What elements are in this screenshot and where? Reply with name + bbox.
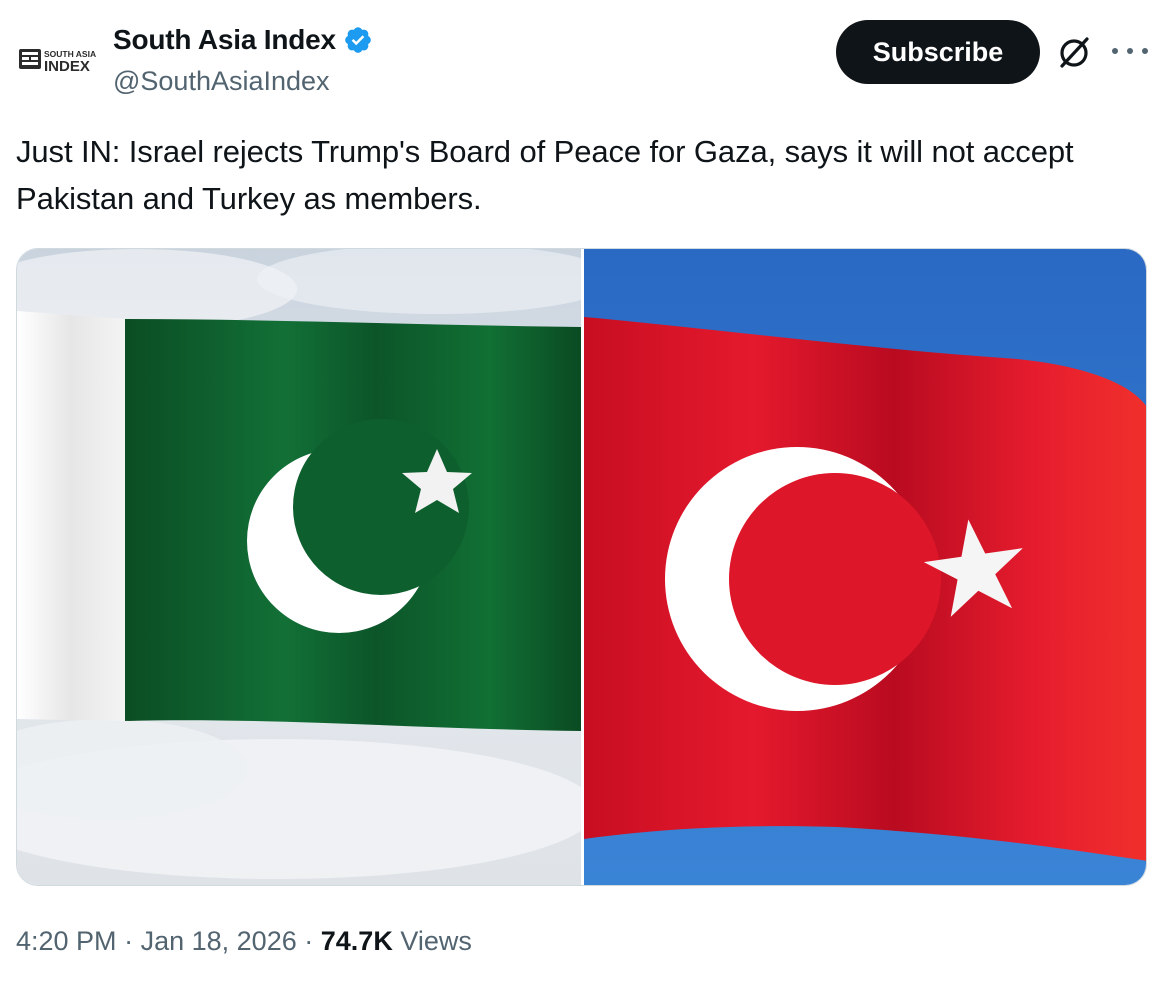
author-handle[interactable]: @SouthAsiaIndex xyxy=(113,64,330,98)
tweet-time[interactable]: 4:20 PM xyxy=(16,926,117,956)
media-image xyxy=(17,249,1146,885)
dot xyxy=(1112,48,1118,54)
logo-text-bottom: INDEX xyxy=(44,58,90,75)
author-display-name[interactable]: South Asia Index xyxy=(113,22,373,58)
views-count: 74.7K xyxy=(320,926,393,956)
turkey-flag-photo xyxy=(584,249,1146,885)
tweet-text: Just IN: Israel rejects Trump's Board of… xyxy=(16,134,1074,216)
tweet-card: SOUTH ASIA INDEX South Asia Index @South… xyxy=(0,0,1174,992)
grok-icon[interactable] xyxy=(1054,32,1094,72)
more-dots-icon[interactable] xyxy=(1112,36,1148,66)
subscribe-button[interactable]: Subscribe xyxy=(836,20,1040,84)
south-asia-index-logo: SOUTH ASIA INDEX xyxy=(19,49,96,75)
tweet-media[interactable] xyxy=(16,248,1147,886)
author-name-text: South Asia Index xyxy=(113,24,336,55)
pakistan-flag-photo xyxy=(17,249,617,885)
dot xyxy=(1142,48,1148,54)
views-label: Views xyxy=(400,926,472,956)
tweet-date[interactable]: Jan 18, 2026 xyxy=(141,926,297,956)
meta-separator: · xyxy=(124,926,134,956)
tweet-meta: 4:20 PM · Jan 18, 2026 · 74.7K Views xyxy=(16,918,472,964)
dot xyxy=(1127,48,1133,54)
meta-separator: · xyxy=(304,926,314,956)
verified-badge-icon[interactable] xyxy=(343,25,373,55)
author-avatar[interactable]: SOUTH ASIA INDEX xyxy=(14,24,100,96)
